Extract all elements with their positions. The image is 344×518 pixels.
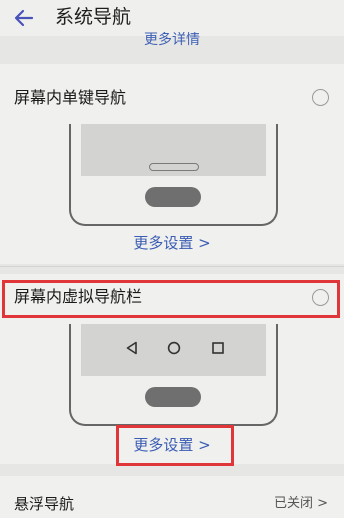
single-key-navigation-section: 屏幕内单键导航 更多设置 > bbox=[0, 64, 344, 264]
single-key-navigation-radio[interactable] bbox=[312, 89, 329, 106]
floating-navigation-label[interactable]: 悬浮导航 bbox=[14, 494, 74, 514]
arrow-left-icon[interactable] bbox=[12, 6, 36, 30]
virtual-nav-phone-illustration bbox=[69, 324, 278, 426]
floating-navigation-status[interactable]: 已关闭 > bbox=[274, 494, 328, 514]
home-circle-icon bbox=[167, 341, 181, 355]
highlight-box-more-settings bbox=[116, 425, 234, 466]
single-key-navigation-label[interactable]: 屏幕内单键导航 bbox=[14, 87, 126, 109]
highlight-box-virtual-nav bbox=[2, 280, 340, 318]
page-title: 系统导航 bbox=[55, 6, 132, 28]
more-details-link[interactable]: 更多详情 bbox=[0, 32, 344, 46]
gesture-bar-icon bbox=[149, 163, 199, 171]
recents-square-icon bbox=[212, 342, 224, 354]
back-triangle-icon bbox=[126, 341, 137, 355]
app-header: 系统导航 bbox=[0, 0, 344, 36]
home-button-icon bbox=[145, 387, 201, 407]
single-key-more-settings-link[interactable]: 更多设置 > bbox=[0, 233, 344, 253]
single-key-phone-illustration bbox=[69, 124, 278, 226]
home-button-icon bbox=[145, 187, 201, 207]
divider bbox=[0, 266, 344, 267]
